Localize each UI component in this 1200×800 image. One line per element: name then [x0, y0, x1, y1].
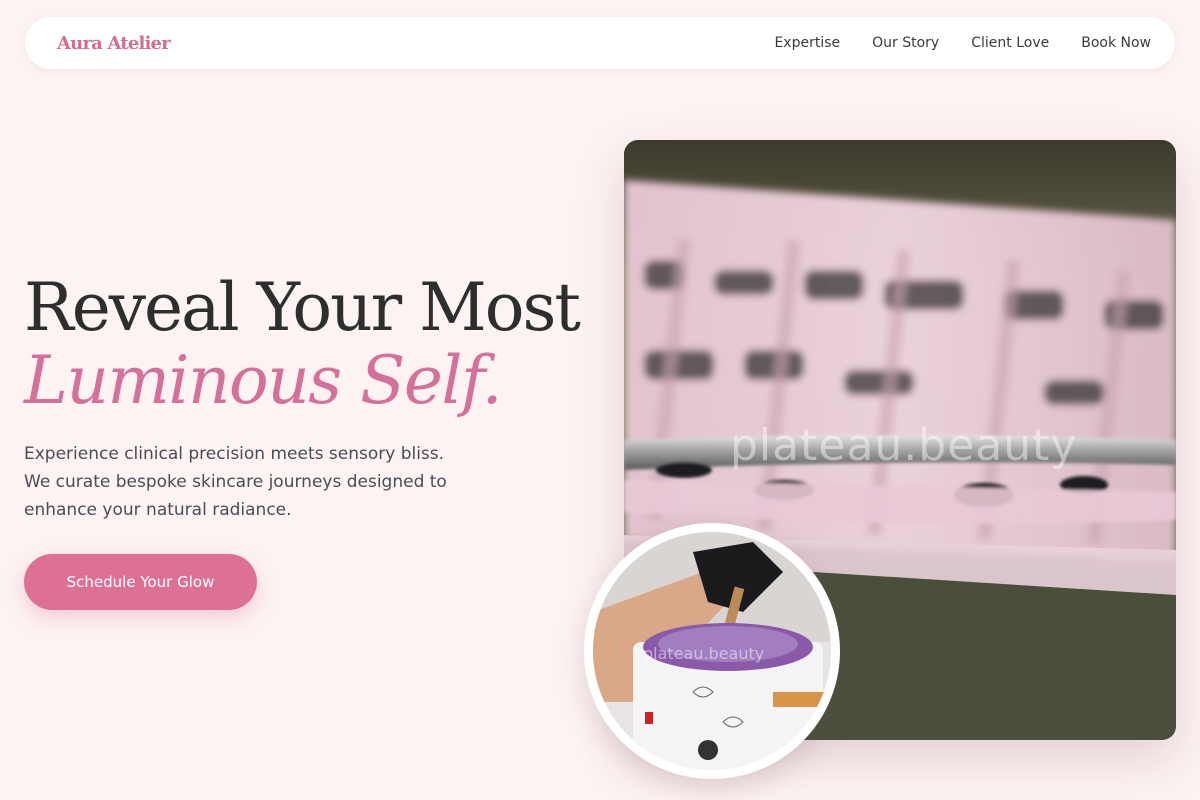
- nav-links: Expertise Our Story Client Love Book Now: [774, 35, 1151, 51]
- nav-link-client-love[interactable]: Client Love: [971, 35, 1049, 51]
- wax-warmer-photo: plateau.beauty: [593, 532, 831, 770]
- headline-line-1: Reveal Your Most: [24, 269, 581, 346]
- watermark-text: plateau.beauty: [730, 420, 1078, 471]
- top-nav: Aura Atelier Expertise Our Story Client …: [25, 17, 1175, 69]
- wax-warmer-image: plateau.beauty: [584, 523, 840, 779]
- nav-link-expertise[interactable]: Expertise: [774, 35, 840, 51]
- hero-subtext: Experience clinical precision meets sens…: [24, 444, 447, 520]
- nav-link-book-now[interactable]: Book Now: [1081, 35, 1151, 51]
- brand-logo[interactable]: Aura Atelier: [57, 33, 171, 54]
- headline-line-2: Luminous Self.: [24, 342, 503, 419]
- schedule-button[interactable]: Schedule Your Glow: [24, 554, 257, 610]
- hero-headline: Reveal Your Most Luminous Self.: [24, 270, 624, 416]
- watermark-small-text: plateau.beauty: [643, 644, 765, 663]
- nav-link-our-story[interactable]: Our Story: [872, 35, 939, 51]
